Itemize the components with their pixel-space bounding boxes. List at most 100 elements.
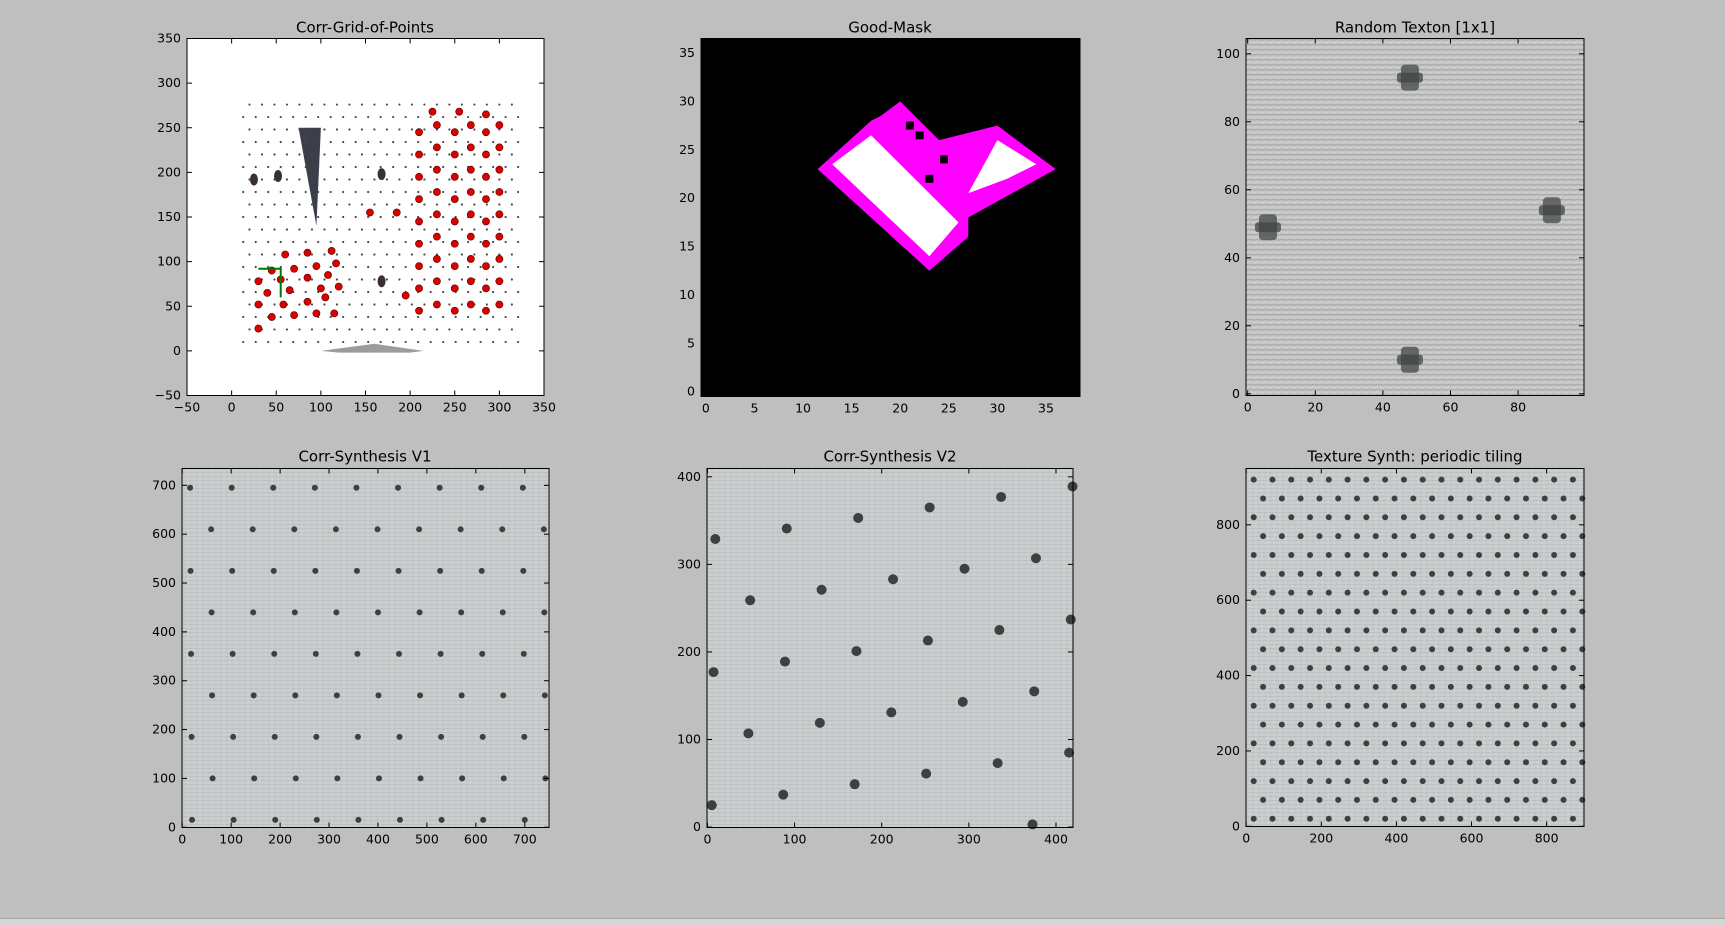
shirt-print-dot xyxy=(410,103,414,106)
shirt-print-dot xyxy=(329,340,332,344)
shirt-print-dot xyxy=(267,165,270,169)
texture-dot xyxy=(1372,533,1379,540)
texture-dot xyxy=(814,717,825,728)
shirt-print-dot xyxy=(473,328,476,331)
texture-dot xyxy=(1297,721,1304,728)
texture-dot xyxy=(1400,740,1407,747)
shirt-print-dot xyxy=(479,115,482,119)
texture-dot xyxy=(1250,514,1257,521)
shirt-print-dot xyxy=(442,190,445,194)
shirt-print-dot xyxy=(435,178,438,181)
texture-dot xyxy=(1429,796,1436,803)
shirt-print-dot xyxy=(310,153,314,156)
x-tick-label: 200 xyxy=(268,832,292,847)
shirt-print-dot xyxy=(335,278,339,281)
grid-point xyxy=(466,210,475,219)
shirt-print-dot xyxy=(504,315,507,319)
shirt-print-dot xyxy=(398,153,401,156)
texture-dot xyxy=(1457,815,1464,822)
grid-point xyxy=(466,277,475,286)
texture-dot xyxy=(209,692,216,699)
shirt-print-dot xyxy=(429,215,432,219)
texture-dot xyxy=(1504,495,1511,502)
texture-dot xyxy=(1278,608,1285,615)
texture-dot xyxy=(540,526,547,533)
grid-point xyxy=(450,306,459,315)
shirt-print-dot xyxy=(479,240,482,244)
texture-dot xyxy=(1551,551,1558,558)
texture-dot xyxy=(1307,627,1314,634)
shirt-print-dot xyxy=(435,328,438,331)
texture-dot xyxy=(374,526,381,533)
texture-dot xyxy=(1353,570,1360,577)
texture-dot xyxy=(1325,665,1332,672)
texture-dot xyxy=(438,733,445,740)
shirt-print-dot xyxy=(248,153,251,156)
texture-dot xyxy=(313,816,320,823)
texture-dot xyxy=(1250,551,1257,558)
shirt-print-dot xyxy=(504,190,507,194)
texture-dot xyxy=(1438,740,1445,747)
texture-dot xyxy=(1447,608,1454,615)
texture-dot xyxy=(291,526,298,533)
texture-dot xyxy=(1353,646,1360,653)
texture-dot xyxy=(1316,646,1323,653)
grid-point xyxy=(401,291,410,300)
texture-dot xyxy=(1269,665,1276,672)
shirt-print-dot xyxy=(273,203,276,206)
texture-dot xyxy=(1504,570,1511,577)
texture-dot xyxy=(479,733,486,740)
texture-dot xyxy=(1307,740,1314,747)
shirt-print-dot xyxy=(329,240,332,244)
shirt-print-dot xyxy=(329,165,332,169)
shirt-print-dot xyxy=(354,115,357,119)
shirt-print-dot xyxy=(423,228,426,231)
texture-dot xyxy=(249,526,256,533)
texture-dot xyxy=(1438,589,1445,596)
shirt-print-dot xyxy=(335,178,339,181)
shirt-print-dot xyxy=(410,253,414,256)
shirt-print-dot xyxy=(479,265,482,269)
texture-dot xyxy=(1269,815,1276,822)
texture-dot xyxy=(1476,740,1483,747)
texture-dot xyxy=(1353,796,1360,803)
grid-point xyxy=(495,232,504,241)
grid-point xyxy=(316,284,325,293)
texture-dot xyxy=(1400,665,1407,672)
shirt-print-dot xyxy=(492,340,495,344)
texton-dot-cross xyxy=(1396,72,1423,83)
texture-dot xyxy=(417,775,424,782)
shirt-print-dot xyxy=(298,153,301,156)
texture-dot xyxy=(1325,702,1332,709)
texture-dot xyxy=(1288,476,1295,483)
shirt-print-dot xyxy=(267,265,270,269)
shirt-print-dot xyxy=(448,103,451,106)
shirt-print-dot xyxy=(429,165,432,169)
texture-dot xyxy=(1382,627,1389,634)
texture-dot xyxy=(708,667,719,678)
shirt-print-dot xyxy=(354,165,357,169)
y-tick-label: 300 xyxy=(152,673,176,688)
shirt-print-dot xyxy=(467,240,470,244)
texture-dot xyxy=(1288,627,1295,634)
shirt-print-dot xyxy=(367,315,370,319)
texture-dot xyxy=(1297,570,1304,577)
texture-dot xyxy=(208,526,215,533)
shirt-print-dot xyxy=(323,153,326,156)
shirt-print-dot xyxy=(492,315,495,319)
texture-dot xyxy=(1522,796,1529,803)
texture-dot xyxy=(1372,721,1379,728)
shirt-print-dot xyxy=(442,340,445,344)
texture-dot xyxy=(1410,646,1417,653)
shirt-print-dot xyxy=(492,240,495,244)
texture-dot xyxy=(1419,740,1426,747)
texture-dot xyxy=(1065,614,1076,625)
shirt-print-dot xyxy=(442,140,445,144)
shirt-print-dot xyxy=(460,328,463,331)
shirt-print-dot xyxy=(310,203,314,206)
texture-dot xyxy=(1029,686,1040,697)
texture-dot xyxy=(374,609,381,616)
texture-dot xyxy=(1541,608,1548,615)
texture-dot xyxy=(1278,683,1285,690)
texture-dot xyxy=(779,656,790,667)
